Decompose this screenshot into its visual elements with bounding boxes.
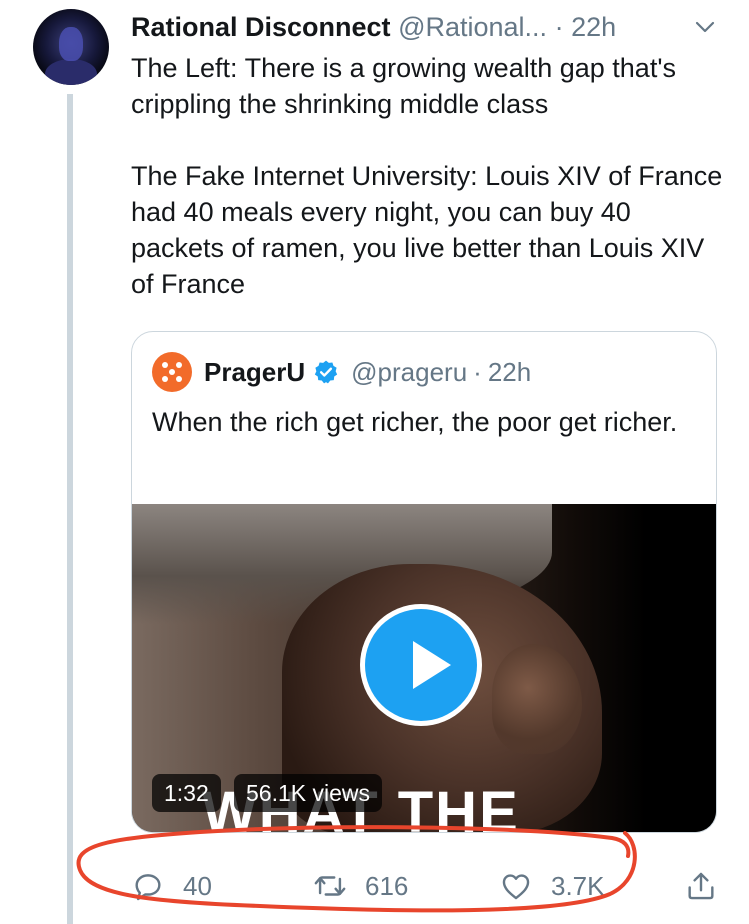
separator-dot: ·: [554, 12, 564, 42]
avatar-shoulders: [45, 59, 97, 85]
quoted-tweet-text: When the rich get richer, the poor get r…: [152, 407, 678, 437]
tweet-body: The Left: There is a growing wealth gap …: [131, 50, 731, 302]
share-button[interactable]: [684, 866, 718, 906]
display-name[interactable]: Rational Disconnect: [131, 12, 391, 42]
retweet-button[interactable]: 616: [313, 866, 408, 906]
reply-button[interactable]: 40: [131, 866, 212, 906]
quoted-handle[interactable]: @prageru: [351, 357, 467, 388]
quoted-tweet-header: PragerU @prageru · 22h: [152, 352, 531, 392]
retweet-count: 616: [365, 870, 409, 901]
quoted-display-name[interactable]: PragerU: [204, 357, 305, 388]
timestamp[interactable]: 22h: [571, 12, 616, 42]
verified-badge-icon: [314, 360, 338, 384]
avatar-face: [59, 27, 83, 61]
user-handle[interactable]: @Rational...: [398, 12, 547, 42]
like-button[interactable]: 3.7K: [499, 866, 605, 906]
video-duration-badge: 1:32: [152, 774, 221, 812]
prageru-avatar[interactable]: [152, 352, 192, 392]
thread-line: [67, 94, 73, 924]
avatar[interactable]: [33, 9, 109, 85]
share-icon: [688, 872, 714, 900]
quoted-timestamp[interactable]: 22h: [488, 357, 531, 388]
play-icon: [413, 641, 451, 689]
heart-icon: [502, 874, 530, 900]
action-bar: 40 616 3.7K: [131, 866, 731, 906]
reply-count: 40: [183, 870, 212, 901]
like-count: 3.7K: [551, 870, 605, 901]
tweet-paragraph: The Left: There is a growing wealth gap …: [131, 53, 676, 119]
video-views-badge: 56.1K views: [234, 774, 383, 812]
video-player[interactable]: WHAT THE 1:32 56.1K views: [132, 504, 716, 832]
chevron-down-icon[interactable]: [694, 16, 716, 38]
play-button[interactable]: [360, 604, 482, 726]
quoted-tweet-card[interactable]: PragerU @prageru · 22h When the rich get…: [131, 331, 717, 833]
separator-dot: ·: [473, 356, 482, 387]
play-button-circle: [365, 609, 477, 721]
reply-icon: [135, 874, 161, 901]
tweet-paragraph: The Fake Internet University: Louis XIV …: [131, 161, 723, 299]
tweet-header: Rational Disconnect @Rational... · 22h: [131, 10, 616, 44]
retweet-icon: [314, 876, 346, 896]
